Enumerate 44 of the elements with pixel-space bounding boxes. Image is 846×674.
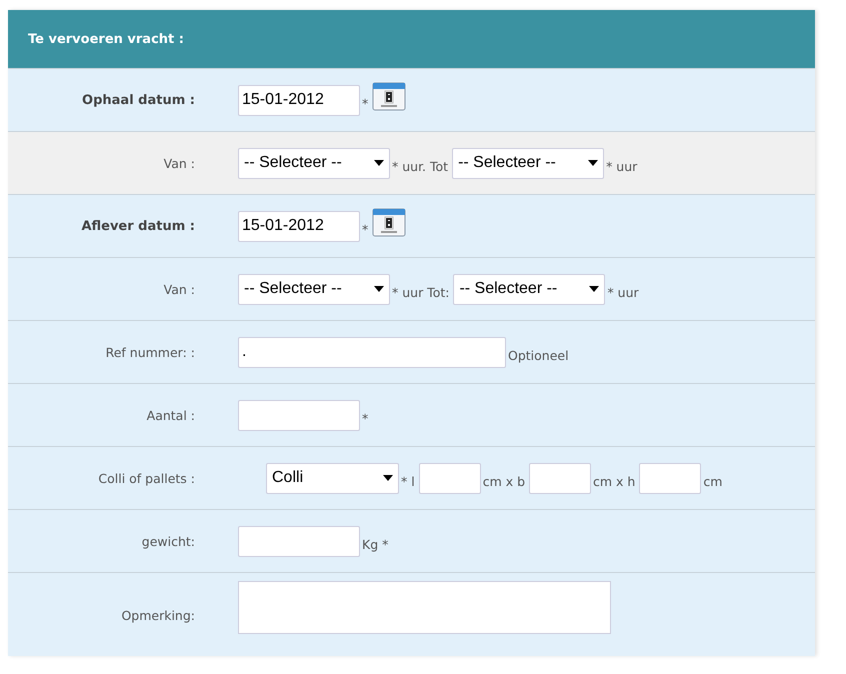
dropdown[interactable]: Colli xyxy=(266,462,399,494)
field-label: Opmerking: xyxy=(121,608,195,623)
field-label: Van : xyxy=(164,156,195,170)
field-note: cm x h xyxy=(593,472,636,488)
dropdown[interactable]: -- Selecteer -- xyxy=(238,274,390,304)
field-note: * uur. Tot xyxy=(392,158,448,174)
dropdown[interactable]: -- Selecteer -- xyxy=(238,148,390,178)
input-field[interactable] xyxy=(418,462,481,494)
date-field[interactable]: 15-01-2012 xyxy=(238,210,360,242)
dropdown[interactable]: -- Selecteer -- xyxy=(453,274,606,304)
caret-icon xyxy=(374,160,384,166)
field-note: * uur xyxy=(606,158,638,174)
field-note: * xyxy=(362,410,368,426)
field-note: * xyxy=(362,94,368,110)
input-field[interactable] xyxy=(238,400,360,430)
field-note: * uur Tot: xyxy=(392,284,450,300)
input-field[interactable] xyxy=(639,462,702,494)
input-field[interactable] xyxy=(529,462,592,494)
field-note: cm x b xyxy=(482,472,526,488)
caret-icon xyxy=(374,286,384,292)
caret-icon xyxy=(383,475,393,481)
dropdown[interactable]: -- Selecteer -- xyxy=(452,148,604,178)
field-label: gewicht: xyxy=(142,534,195,548)
date-field[interactable]: 15-01-2012 xyxy=(238,84,360,116)
calendar-icon[interactable] xyxy=(372,206,406,236)
field-label: Aflever datum : xyxy=(81,218,195,234)
input-field[interactable] xyxy=(238,526,360,556)
caret-icon xyxy=(589,286,600,292)
field-label: Aantal : xyxy=(146,408,195,422)
field-label: Colli of pallets : xyxy=(98,470,195,486)
field-label: Ref nummer: : xyxy=(106,344,195,360)
field-note: Kg * xyxy=(362,536,388,552)
field-label: Ophaal datum : xyxy=(82,92,195,108)
field-note: * xyxy=(362,220,368,236)
input-field[interactable]: . xyxy=(238,336,506,368)
field-note: * uur xyxy=(607,284,639,300)
field-note: cm xyxy=(703,472,722,488)
field-note: Optioneel xyxy=(508,346,569,362)
field-note: * l xyxy=(401,472,415,488)
caret-icon xyxy=(588,160,598,166)
field-label: Van : xyxy=(164,282,195,296)
comment-field[interactable] xyxy=(238,581,611,634)
panel-title: Te vervoeren vracht : xyxy=(28,32,184,46)
calendar-icon[interactable] xyxy=(372,80,406,110)
